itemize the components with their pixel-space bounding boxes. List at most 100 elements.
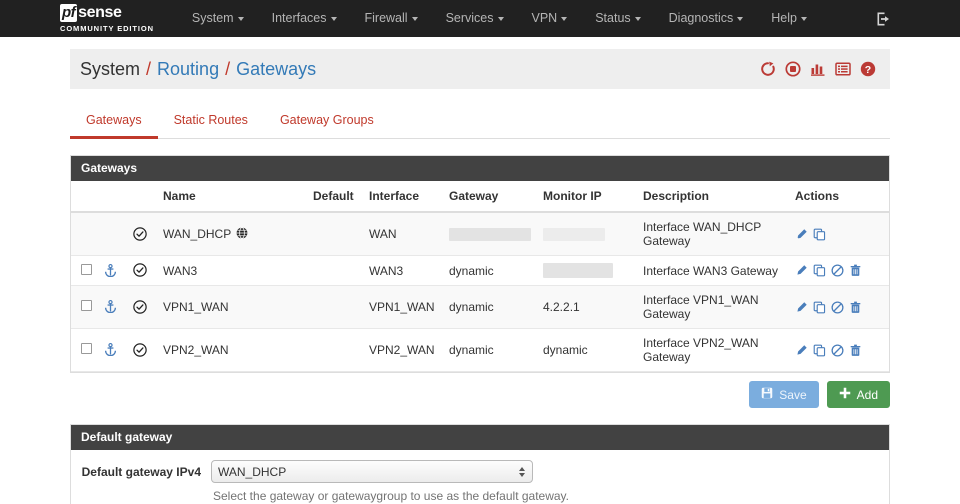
- stepper-arrows-icon: [519, 466, 525, 477]
- row-status-cell: [123, 212, 157, 256]
- row-name-cell: VPN2_WAN: [157, 328, 307, 373]
- nav-item-vpn[interactable]: VPN: [518, 0, 582, 37]
- anchor-icon[interactable]: [104, 343, 117, 357]
- row-name-cell: WAN3: [157, 255, 307, 287]
- default-gateway-panel-title: Default gateway: [71, 425, 889, 451]
- row-default-cell: [307, 285, 363, 330]
- row-interface-cell: VPN1_WAN: [363, 285, 443, 330]
- row-actions-cell: [789, 212, 889, 256]
- edit-icon[interactable]: [795, 228, 808, 241]
- chevron-down-icon: [561, 16, 568, 21]
- row-monitor-cell: [537, 212, 637, 256]
- nav-item-firewall[interactable]: Firewall: [351, 0, 432, 37]
- tab-bar: Gateways Static Routes Gateway Groups: [70, 89, 890, 139]
- chart-icon[interactable]: [810, 61, 826, 77]
- breadcrumb-separator: /: [225, 58, 231, 79]
- table-row[interactable]: VPN1_WAN VPN1_WAN dynamic 4.2.2.1 Interf…: [71, 285, 889, 330]
- copy-icon[interactable]: [813, 228, 826, 241]
- nav-label-firewall: Firewall: [364, 11, 408, 25]
- tab-gateway-groups[interactable]: Gateway Groups: [264, 105, 390, 139]
- breadcrumb-gateways[interactable]: Gateways: [236, 59, 316, 80]
- edit-icon[interactable]: [795, 264, 808, 277]
- disable-icon[interactable]: [831, 264, 844, 277]
- chevron-down-icon: [634, 16, 641, 21]
- nav-item-diagnostics[interactable]: Diagnostics: [655, 0, 758, 37]
- anchor-icon[interactable]: [104, 300, 117, 314]
- default-gateway-ipv4-row: Default gateway IPv4 WAN_DHCP Select the…: [71, 450, 889, 504]
- disable-icon[interactable]: [831, 344, 844, 357]
- nav-item-status[interactable]: Status: [581, 0, 654, 37]
- row-checkbox[interactable]: [81, 263, 92, 275]
- table-row[interactable]: VPN2_WAN VPN2_WAN dynamic dynamic Interf…: [71, 328, 889, 373]
- copy-icon[interactable]: [813, 301, 826, 314]
- nav-menu: System Interfaces Firewall Services VPN …: [178, 0, 821, 37]
- table-row[interactable]: WAN3 WAN3 dynamic Interface WAN3 Gateway: [71, 255, 889, 287]
- nav-label-status: Status: [595, 11, 631, 25]
- pfsense-logo[interactable]: pf sense COMMUNITY EDITION: [60, 4, 154, 33]
- restart-icon[interactable]: [760, 61, 776, 77]
- row-monitor-cell: 4.2.2.1: [537, 285, 637, 330]
- breadcrumb-routing[interactable]: Routing: [157, 59, 219, 80]
- save-button-table[interactable]: Save: [749, 381, 819, 409]
- row-status-cell: [123, 285, 157, 330]
- row-checkbox[interactable]: [81, 300, 92, 312]
- nav-label-interfaces: Interfaces: [271, 11, 327, 25]
- delete-icon[interactable]: [849, 264, 862, 277]
- row-checkbox[interactable]: [81, 343, 92, 355]
- copy-icon[interactable]: [813, 344, 826, 357]
- tab-gateway-groups-label: Gateway Groups: [279, 113, 374, 127]
- tab-static-routes[interactable]: Static Routes: [158, 105, 264, 139]
- row-gateway-cell: dynamic: [443, 255, 537, 287]
- circle-check-icon: [133, 300, 147, 315]
- copy-icon[interactable]: [813, 264, 826, 277]
- row-anchor-cell: [98, 212, 123, 256]
- add-button-label: Add: [856, 387, 878, 402]
- delete-icon[interactable]: [849, 301, 862, 314]
- add-button[interactable]: Add: [826, 381, 890, 409]
- th-actions: Actions: [789, 181, 889, 213]
- breadcrumb-root: System: [80, 58, 141, 79]
- tab-gateways[interactable]: Gateways: [70, 105, 158, 139]
- stop-icon[interactable]: [785, 61, 801, 77]
- logo-pf-mark: pf: [60, 4, 78, 22]
- table-row[interactable]: WAN_DHCP WAN Interface WAN_DHCP Gateway: [71, 212, 889, 256]
- th-default: Default: [307, 181, 363, 213]
- nav-item-interfaces[interactable]: Interfaces: [258, 0, 351, 37]
- row-status-cell: [123, 328, 157, 373]
- default-gateway-ipv4-select[interactable]: WAN_DHCP: [211, 460, 533, 484]
- row-description-cell: Interface VPN1_WAN Gateway: [637, 285, 789, 330]
- row-anchor-cell: [98, 255, 123, 287]
- row-anchor-cell: [98, 285, 123, 330]
- log-icon[interactable]: [835, 61, 851, 77]
- breadcrumb: System / Routing / Gateways: [80, 59, 316, 80]
- logo-tagline: COMMUNITY EDITION: [60, 24, 154, 33]
- row-actions-cell: [789, 328, 889, 373]
- nav-item-help[interactable]: Help: [757, 0, 821, 37]
- disable-icon[interactable]: [831, 301, 844, 314]
- row-interface-cell: WAN3: [363, 255, 443, 287]
- tab-static-routes-label: Static Routes: [173, 113, 248, 127]
- edit-icon[interactable]: [795, 344, 808, 357]
- row-name-cell: VPN1_WAN: [157, 285, 307, 330]
- default-gateway-ipv4-value: WAN_DHCP: [218, 464, 287, 479]
- anchor-icon[interactable]: [104, 263, 117, 278]
- row-default-cell: [307, 255, 363, 287]
- chevron-down-icon: [330, 16, 337, 21]
- row-select-cell: [71, 285, 98, 330]
- row-default-cell: [307, 328, 363, 373]
- row-description-cell: Interface WAN_DHCP Gateway: [637, 212, 789, 256]
- logo-sense-text: sense: [78, 4, 122, 21]
- delete-icon[interactable]: [849, 344, 862, 357]
- circle-check-icon: [133, 343, 147, 358]
- help-icon[interactable]: ?: [860, 61, 876, 77]
- nav-item-services[interactable]: Services: [432, 0, 518, 37]
- row-monitor-cell: [537, 255, 637, 287]
- row-actions-cell: [789, 255, 889, 287]
- nav-item-system[interactable]: System: [178, 0, 258, 37]
- th-interface: Interface: [363, 181, 443, 213]
- save-icon: [761, 387, 773, 402]
- default-gateway-panel: Default gateway Default gateway IPv4 WAN…: [70, 424, 890, 504]
- edit-icon[interactable]: [795, 301, 808, 314]
- row-description-cell: Interface WAN3 Gateway: [637, 255, 789, 287]
- logout-icon[interactable]: [876, 11, 892, 27]
